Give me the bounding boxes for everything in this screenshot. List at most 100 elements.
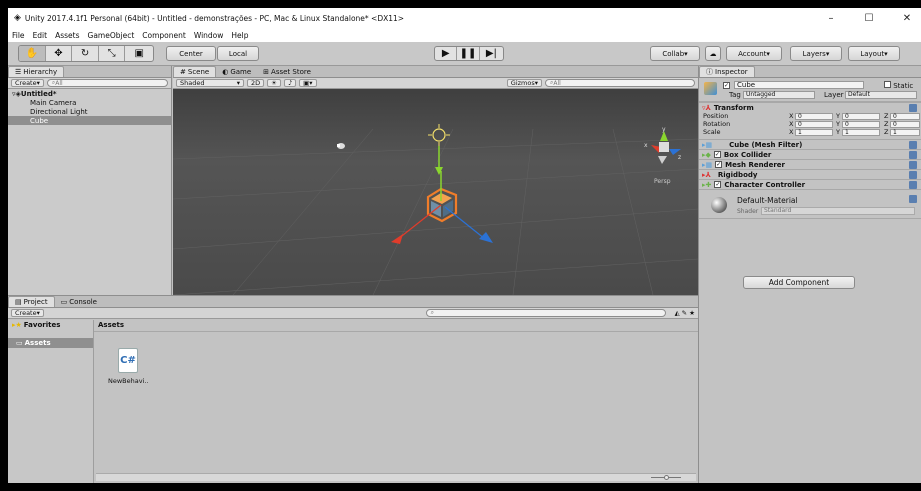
settings-icon[interactable] <box>909 170 917 179</box>
tab-scene[interactable]: # Scene <box>173 66 217 77</box>
close-button[interactable]: ✕ <box>893 8 921 28</box>
hierarchy-item-main-camera[interactable]: Main Camera <box>8 98 171 107</box>
menu-help[interactable]: Help <box>231 31 248 40</box>
scale-y-field[interactable]: 1 <box>842 128 880 136</box>
icon-size-slider-handle[interactable] <box>664 475 669 480</box>
hierarchy-item-directional-light[interactable]: Directional Light <box>8 107 171 116</box>
move-tool-icon[interactable]: ✥ <box>46 46 73 61</box>
shader-dropdown[interactable]: Standard <box>761 207 915 215</box>
project-footer <box>96 473 696 481</box>
tab-game[interactable]: ◐ Game <box>216 66 257 77</box>
mesh-renderer-component-header[interactable]: ▸▦ ✓ Mesh Renderer <box>699 159 921 169</box>
box-collider-component-header[interactable]: ▸◆ ✓ Box Collider <box>699 149 921 159</box>
play-icon[interactable]: ▶ <box>435 47 458 60</box>
unity-logo-icon: ◈ <box>14 13 21 23</box>
scene-root-item[interactable]: ▿◈ Untitled* <box>8 89 171 98</box>
hand-tool-icon[interactable]: ✋ <box>19 46 46 61</box>
effects-toggle-icon[interactable]: ▣▾ <box>299 79 317 87</box>
account-dropdown[interactable]: Account ▾ <box>726 46 782 61</box>
object-name-field[interactable]: Cube <box>734 81 864 89</box>
project-search-input[interactable]: ⌕ <box>425 309 666 317</box>
camera-gizmo[interactable] <box>337 143 345 149</box>
window-title: Unity 2017.4.1f1 Personal (64bit) - Unti… <box>24 13 405 23</box>
tab-inspector[interactable]: ⓘ Inspector <box>699 66 755 77</box>
position-y-field[interactable]: 0 <box>842 112 880 120</box>
pivot-local-toggle[interactable]: Local <box>217 46 259 61</box>
hierarchy-search-input[interactable]: ⌕ All <box>46 79 168 87</box>
scene-search-input[interactable]: ⌕ All <box>545 79 695 87</box>
project-tree: ▸★ Favorites ▭ Assets <box>8 320 94 483</box>
menu-bar: File Edit Assets GameObject Component Wi… <box>8 28 921 42</box>
filter-type-icon[interactable]: ◭ ✎ ★ <box>675 309 695 317</box>
audio-toggle-icon[interactable]: ♪ <box>283 79 297 87</box>
axis-z-label: z <box>678 154 681 161</box>
rotation-y-field[interactable]: 0 <box>842 120 880 128</box>
layers-dropdown[interactable]: Layers ▾ <box>790 46 842 61</box>
rigidbody-component-header[interactable]: ▸⅄ Rigidbody <box>699 169 921 179</box>
tab-console[interactable]: ▭ Console <box>55 296 103 307</box>
character-controller-component-header[interactable]: ▸✚ ✓ Character Controller <box>699 179 921 189</box>
tag-dropdown[interactable]: Untagged <box>743 91 815 99</box>
shading-mode-dropdown[interactable]: Shaded ▾ <box>176 79 244 87</box>
settings-icon[interactable] <box>909 160 917 169</box>
collab-button[interactable]: Collab ▾ <box>650 46 700 61</box>
menu-file[interactable]: File <box>12 31 25 40</box>
project-create-button[interactable]: Create ▾ <box>11 309 44 317</box>
rotation-z-field[interactable]: 0 <box>890 120 920 128</box>
rotate-tool-icon[interactable]: ↻ <box>72 46 99 61</box>
menu-gameobject[interactable]: GameObject <box>88 31 135 40</box>
cube-object-icon <box>704 82 717 95</box>
layer-dropdown[interactable]: Default <box>845 91 917 99</box>
game-tab-icon: ◐ <box>222 67 229 76</box>
active-checkbox[interactable]: ✓ <box>723 81 730 89</box>
lighting-toggle-icon[interactable]: ☀ <box>267 79 281 87</box>
pivot-center-toggle[interactable]: Center <box>166 46 216 61</box>
hierarchy-create-button[interactable]: Create ▾ <box>11 79 44 87</box>
rigidbody-icon: ▸⅄ <box>702 170 711 179</box>
mode-2d-toggle[interactable]: 2D <box>247 79 265 87</box>
material-name: Default-Material <box>737 196 798 205</box>
assets-folder-item[interactable]: ▭ Assets <box>8 338 93 348</box>
hierarchy-item-cube[interactable]: Cube <box>8 116 171 125</box>
menu-component[interactable]: Component <box>142 31 186 40</box>
menu-window[interactable]: Window <box>194 31 224 40</box>
layout-dropdown[interactable]: Layout ▾ <box>848 46 900 61</box>
add-component-button[interactable]: Add Component <box>743 276 855 289</box>
transform-component-header[interactable]: ▿⅄ Transform <box>699 102 921 112</box>
pause-icon[interactable]: ❚❚ <box>457 47 480 60</box>
tab-asset-store[interactable]: ⊞ Asset Store <box>257 66 317 77</box>
material-section: Default-Material Shader Standard <box>699 189 921 219</box>
tab-hierarchy[interactable]: ☰ Hierarchy <box>8 66 65 77</box>
tab-project[interactable]: ▤ Project <box>8 296 55 307</box>
scale-x-field[interactable]: 1 <box>795 128 833 136</box>
star-folder-icon: ▸★ <box>12 321 22 329</box>
minimize-button[interactable]: – <box>817 8 845 28</box>
script-asset[interactable]: C# NewBehavi.. <box>108 348 149 385</box>
menu-edit[interactable]: Edit <box>33 31 48 40</box>
step-icon[interactable]: ▶| <box>480 47 503 60</box>
settings-icon[interactable] <box>909 140 917 149</box>
static-toggle[interactable]: Static <box>884 81 913 90</box>
scale-z-field[interactable]: 1 <box>890 128 920 136</box>
layer-label: Layer <box>824 91 844 99</box>
scene-viewport[interactable]: x y z Persp <box>173 89 698 295</box>
settings-icon[interactable] <box>909 150 917 159</box>
settings-icon[interactable] <box>909 180 917 189</box>
position-z-field[interactable]: 0 <box>890 112 920 120</box>
gizmos-dropdown[interactable]: Gizmos ▾ <box>506 79 542 87</box>
menu-assets[interactable]: Assets <box>55 31 79 40</box>
maximize-button[interactable]: ☐ <box>855 8 883 28</box>
settings-icon[interactable] <box>909 195 917 203</box>
script-asset-name: NewBehavi.. <box>108 377 149 385</box>
settings-icon[interactable] <box>909 103 917 112</box>
favorites-item[interactable]: ▸★ Favorites <box>8 320 93 330</box>
mesh-filter-component-header[interactable]: ▸▦ Cube (Mesh Filter) <box>699 139 921 149</box>
transform-rotation-row: Rotation X0 Y0 Z0 <box>699 120 921 128</box>
persp-label[interactable]: Persp <box>654 178 671 185</box>
rotation-x-field[interactable]: 0 <box>795 120 833 128</box>
scale-tool-icon[interactable]: ⤡ <box>99 46 126 61</box>
rect-tool-icon[interactable]: ▣ <box>125 46 153 61</box>
cloud-icon[interactable]: ☁ <box>705 46 721 61</box>
box-collider-icon: ▸◆ <box>702 150 711 159</box>
position-x-field[interactable]: 0 <box>795 112 833 120</box>
